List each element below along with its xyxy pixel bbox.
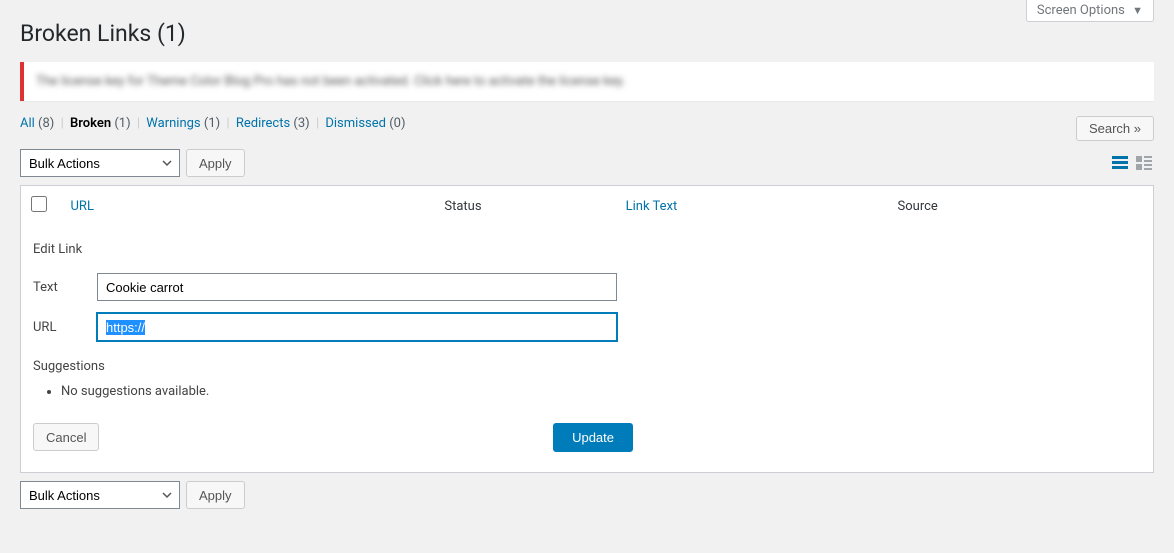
suggestions-list: No suggestions available. xyxy=(61,384,1141,399)
apply-button-bottom[interactable]: Apply xyxy=(186,481,245,509)
filter-all-count: (8) xyxy=(38,116,54,131)
link-url-input[interactable] xyxy=(97,313,617,341)
no-suggestions: No suggestions available. xyxy=(61,384,1141,399)
screen-options-toggle[interactable]: Screen Options ▼ xyxy=(1026,0,1154,22)
suggestions-title: Suggestions xyxy=(33,359,1141,374)
filter-redirects-count: (3) xyxy=(293,116,309,131)
apply-button-top[interactable]: Apply xyxy=(186,149,245,177)
bulk-actions-select[interactable]: Bulk Actions xyxy=(20,149,180,177)
view-switch xyxy=(1110,153,1154,173)
url-label: URL xyxy=(33,320,97,335)
link-filters: All (8) | Broken (1) | Warnings (1) | Re… xyxy=(20,116,406,131)
notice-text: The license key for Theme Color Blog Pro… xyxy=(36,74,625,89)
edit-link-row: Edit Link Text URL Suggestions No sugges… xyxy=(21,226,1154,473)
list-view-icon[interactable] xyxy=(1110,153,1130,173)
cancel-button[interactable]: Cancel xyxy=(33,423,99,451)
edit-link-title: Edit Link xyxy=(33,242,1141,257)
column-status: Status xyxy=(434,186,615,227)
column-url[interactable]: URL xyxy=(71,199,94,214)
bulk-actions-select-bottom[interactable]: Bulk Actions xyxy=(20,481,180,509)
column-link-text[interactable]: Link Text xyxy=(626,199,678,214)
update-button[interactable]: Update xyxy=(553,423,633,452)
links-table: URL Status Link Text Source Edit Link Te… xyxy=(20,185,1154,473)
filter-dismissed-count: (0) xyxy=(389,116,405,131)
text-label: Text xyxy=(33,280,97,295)
select-all-checkbox[interactable] xyxy=(31,196,47,212)
filter-warnings-count: (1) xyxy=(204,116,220,131)
link-text-input[interactable] xyxy=(97,273,617,301)
screen-options-label: Screen Options xyxy=(1037,3,1125,18)
filter-warnings[interactable]: Warnings xyxy=(146,116,200,131)
filter-broken-count: (1) xyxy=(114,116,130,131)
caret-down-icon: ▼ xyxy=(1132,4,1143,17)
column-source: Source xyxy=(888,186,1154,227)
filter-all[interactable]: All xyxy=(20,116,35,131)
bulk-actions-top: Bulk Actions Apply xyxy=(20,149,245,177)
search-button[interactable]: Search » xyxy=(1076,116,1154,141)
excerpt-view-icon[interactable] xyxy=(1134,153,1154,173)
bulk-actions-bottom: Bulk Actions Apply xyxy=(20,481,245,509)
license-notice: The license key for Theme Color Blog Pro… xyxy=(20,62,1154,101)
filter-dismissed[interactable]: Dismissed xyxy=(325,116,386,131)
filter-broken[interactable]: Broken xyxy=(70,116,111,131)
filter-redirects[interactable]: Redirects xyxy=(236,116,290,131)
page-title: Broken Links (1) xyxy=(20,0,1154,57)
